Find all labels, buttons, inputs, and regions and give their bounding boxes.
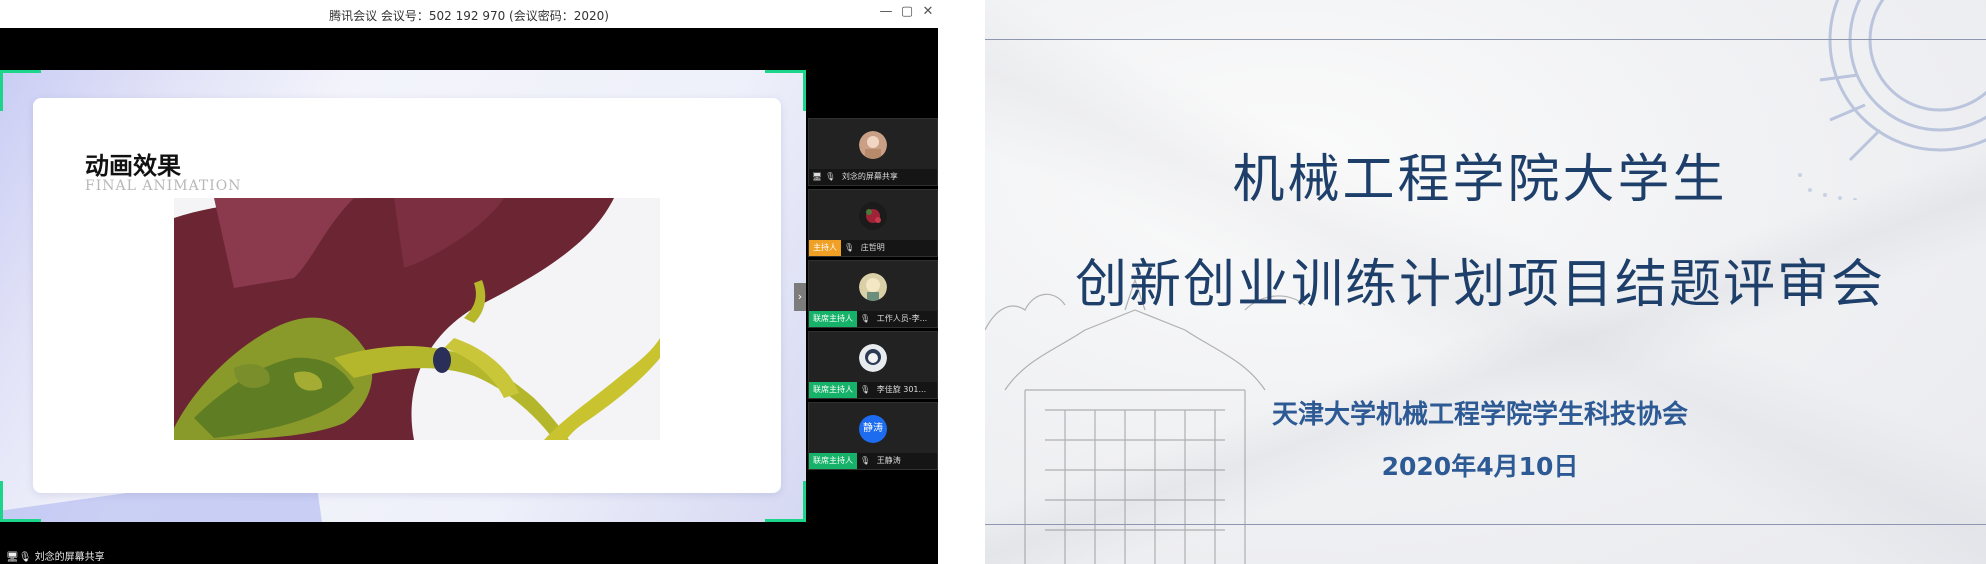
anime-avatar: [859, 344, 887, 372]
flower-avatar: [859, 202, 887, 230]
screen-share-icon: 🖥: [812, 172, 823, 181]
participant-name: 工作人员-李...: [876, 314, 928, 323]
photo-avatar: [859, 131, 887, 159]
participant-tile[interactable]: 联席主持人 🎙 工作人员-李...: [808, 260, 938, 328]
top-rule: [985, 39, 1986, 40]
participant-name: 李佳旋 301...: [876, 385, 927, 394]
mic-off-icon: 🎙: [860, 385, 871, 394]
restore-button[interactable]: ▢: [897, 4, 917, 19]
sharing-status: 🖥🎙 刘念的屏幕共享: [6, 552, 105, 563]
participant-panel: 🖥🎙 刘念的屏幕共享 主持人🎙 庄哲明 联席主持人🎙 工作人员-李...: [808, 118, 938, 473]
meeting-window: 腾讯会议 会议号：502 192 970 (会议密码：2020) — ▢ ✕ 动…: [0, 0, 938, 564]
bottom-rule: [985, 524, 1986, 525]
title-bar: 腾讯会议 会议号：502 192 970 (会议密码：2020) — ▢ ✕: [0, 0, 938, 28]
co-host-badge: 联席主持人: [809, 382, 857, 398]
participant-name: 刘念的屏幕共享: [841, 172, 898, 181]
mic-off-icon: 🎙: [860, 314, 871, 323]
mic-icon: 🎙: [18, 552, 32, 563]
event-date: 2020年4月10日: [1381, 452, 1579, 481]
slide-title-line2: 创新创业训练计划项目结题评审会: [1074, 255, 1885, 315]
close-button[interactable]: ✕: [918, 4, 938, 19]
animation-image: [174, 198, 660, 440]
slide-card: 动画效果 FINAL ANIMATION: [33, 98, 781, 493]
participant-tile[interactable]: 联席主持人 🎙 李佳旋 301...: [808, 331, 938, 399]
participant-tile[interactable]: 🖥 🎙 刘念的屏幕共享: [808, 118, 938, 186]
shared-screen: 动画效果 FINAL ANIMATION: [0, 70, 806, 522]
mic-off-icon: 🎙: [844, 243, 855, 252]
participant-name: 王静涛: [876, 456, 901, 465]
screen-share-icon: 🖥: [6, 552, 19, 563]
meeting-title: 腾讯会议 会议号：502 192 970 (会议密码：2020): [329, 9, 609, 23]
mic-off-icon: 🎙: [860, 456, 871, 465]
slide-title: 动画效果: [85, 151, 181, 180]
participant-tile[interactable]: 主持人 🎙 庄哲明: [808, 189, 938, 257]
cartoon-avatar: [859, 273, 887, 301]
slide-title-line1: 机械工程学院大学生: [1232, 150, 1728, 210]
organizer-name: 天津大学机械工程学院学生科技协会: [1271, 400, 1688, 430]
title-slide: 机械工程学院大学生 创新创业训练计划项目结题评审会 天津大学机械工程学院学生科技…: [985, 0, 1986, 564]
participant-tile[interactable]: 静涛 联席主持人 🎙 王静涛: [808, 402, 938, 470]
co-host-badge: 联席主持人: [809, 311, 857, 327]
co-host-badge: 联席主持人: [809, 453, 857, 469]
text-avatar: 静涛: [859, 415, 887, 443]
participant-name: 庄哲明: [860, 243, 885, 252]
collapse-panel-button[interactable]: ›: [794, 283, 806, 311]
host-badge: 主持人: [809, 240, 841, 256]
minimize-button[interactable]: —: [876, 4, 896, 19]
slide-subtitle: FINAL ANIMATION: [85, 178, 242, 194]
mic-icon: 🎙: [825, 172, 836, 181]
